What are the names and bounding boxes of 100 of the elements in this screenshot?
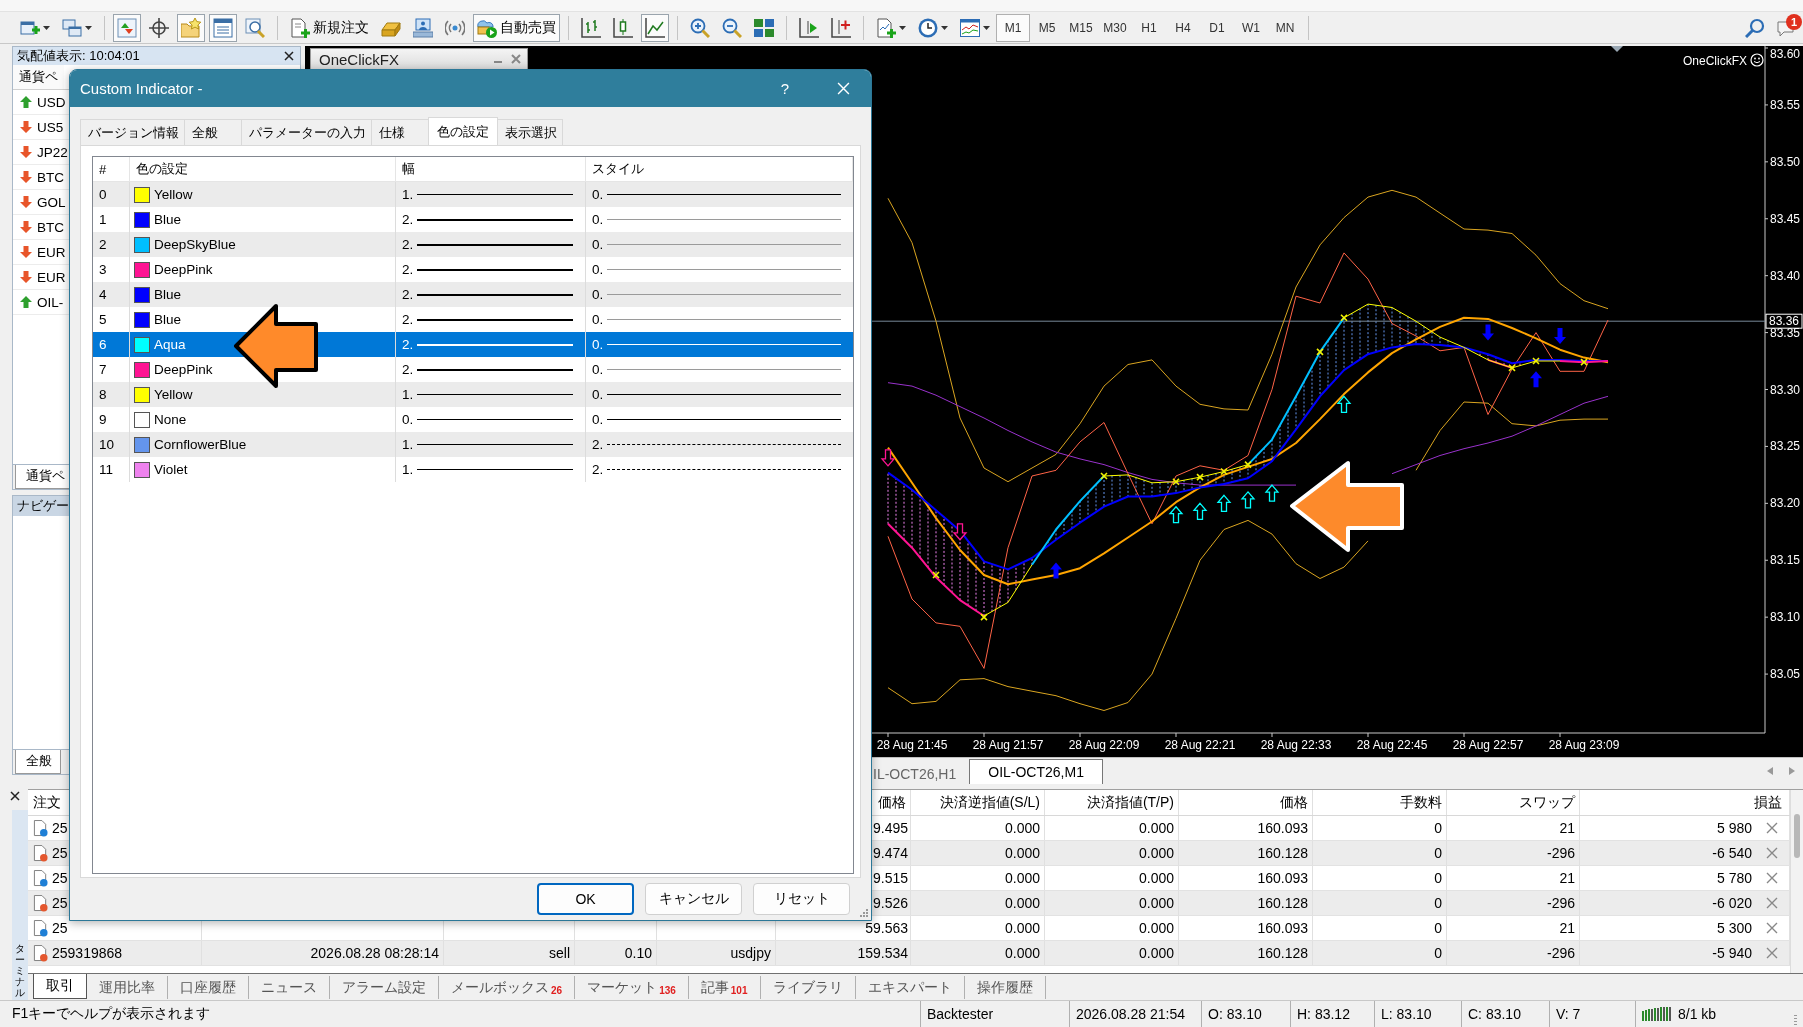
width-value: 2. xyxy=(402,312,414,327)
list-row[interactable]: 8 Yellow 1. 0. xyxy=(93,382,853,407)
chart-tab[interactable]: IL-OCT26,H1 xyxy=(872,762,970,784)
symbol-name[interactable]: JP22 xyxy=(37,144,68,160)
auto-trading-button[interactable]: 自動売買 xyxy=(473,13,560,42)
column-header[interactable]: 決済逆指値(S/L) xyxy=(939,793,1040,812)
terminal-tab[interactable]: エキスパート xyxy=(855,976,965,1000)
close-icon[interactable] xyxy=(10,791,20,801)
row-index: 6 xyxy=(99,337,107,352)
style-value: 0. xyxy=(592,287,604,302)
column-header[interactable]: 価格 xyxy=(1280,793,1308,812)
symbol-name[interactable]: BTC xyxy=(37,169,64,185)
column-header[interactable]: 決済指値(T/P) xyxy=(1086,793,1174,812)
column-header[interactable]: 損益 xyxy=(1754,793,1782,812)
symbol-name[interactable]: EUR xyxy=(37,244,66,260)
column-header[interactable]: 価格 xyxy=(878,793,906,812)
dialog-button[interactable]: リセット xyxy=(753,883,850,915)
axis-arrow-icon xyxy=(799,17,819,38)
panel-tab[interactable]: 全般 xyxy=(15,750,61,774)
notifications-button[interactable]: 1 xyxy=(1773,13,1801,42)
caret-right-icon[interactable] xyxy=(1789,767,1795,775)
terminal-tab[interactable]: アラーム設定 xyxy=(330,976,439,1000)
dialog-tab[interactable]: 表示選択 xyxy=(497,119,563,145)
symbol-name[interactable]: OIL- xyxy=(37,294,64,310)
column-header[interactable]: スワップ xyxy=(1519,793,1575,812)
column-header[interactable]: スタイル xyxy=(586,157,853,181)
resize-grip-icon[interactable] xyxy=(859,908,869,918)
crosshair-icon xyxy=(149,17,169,38)
timeframe-button[interactable]: MN xyxy=(1268,13,1302,42)
timeframe-button[interactable]: M5 xyxy=(1030,13,1064,42)
windows-icon xyxy=(62,17,82,38)
zoom-out-icon xyxy=(722,17,742,38)
symbol-name[interactable]: US5 xyxy=(37,119,64,135)
axis-label: 83.30 xyxy=(1770,382,1801,397)
terminal-tab[interactable]: ニュース xyxy=(249,976,330,1000)
list-row[interactable]: 11 Violet 1. 2. xyxy=(93,457,853,482)
symbol-name[interactable]: EUR xyxy=(37,269,66,285)
terminal-button[interactable] xyxy=(209,13,237,42)
column-header[interactable]: 手数料 xyxy=(1400,793,1442,812)
timeframe-button[interactable]: M1 xyxy=(996,13,1030,42)
help-button[interactable]: ? xyxy=(755,70,815,107)
symbol-name[interactable]: GOL xyxy=(37,194,66,210)
document-plus-icon xyxy=(290,17,310,38)
list-row[interactable]: 2 DeepSkyBlue 2. 0. xyxy=(93,232,853,257)
document-plus-icon xyxy=(876,17,896,38)
style-value: 0. xyxy=(592,362,604,377)
width-value: 1. xyxy=(402,437,414,452)
symbol-name[interactable]: USD xyxy=(37,94,66,110)
column-header[interactable]: 通貨ペ xyxy=(13,65,64,89)
scrollbar[interactable] xyxy=(1790,790,1803,974)
scrollbar-thumb[interactable] xyxy=(1794,814,1800,858)
dialog-tab[interactable]: バージョン情報 xyxy=(80,119,185,145)
symbol-name[interactable]: BTC xyxy=(37,219,64,235)
table-row[interactable]: 259319868 2026.08.28 08:28:14 sell 0.10 usdjpy 159.534 0.000 0.000 160.128 0 -296 -5 940 xyxy=(28,941,1790,966)
unread-count: 26 xyxy=(551,985,563,997)
color-name: Blue xyxy=(154,212,182,227)
table-cell: 9.526 xyxy=(872,895,908,911)
table-cell: 5 980 xyxy=(1716,820,1752,836)
width-value: 2. xyxy=(402,337,414,352)
timeframe-button[interactable]: H1 xyxy=(1132,13,1166,42)
terminal-tab[interactable]: 操作履歴 xyxy=(964,976,1046,1000)
axis-label: 83.50 xyxy=(1770,154,1801,169)
table-cell: 0.000 xyxy=(1138,920,1174,936)
line-chart-button[interactable] xyxy=(641,13,669,42)
terminal-tab[interactable]: 運用比率 xyxy=(87,976,168,1000)
terminal-tab[interactable]: 口座履歴 xyxy=(168,976,249,1000)
chart-tab[interactable]: OIL-OCT26,M1 xyxy=(969,759,1103,784)
unread-count: 101 xyxy=(730,985,748,997)
column-header[interactable]: # xyxy=(93,157,130,181)
row-index: 9 xyxy=(99,412,107,427)
column-header[interactable]: 色の設定 xyxy=(130,157,396,181)
close-icon xyxy=(836,82,850,95)
column-header[interactable]: 幅 xyxy=(396,157,586,181)
dialog-tab[interactable]: 色の設定 xyxy=(428,117,498,145)
close-icon[interactable] xyxy=(284,51,294,61)
terminal-tab[interactable]: ライブラリ xyxy=(760,976,856,1000)
terminal-tab[interactable]: 取引 xyxy=(33,974,87,1000)
timeframe-button[interactable]: H4 xyxy=(1166,13,1200,42)
list-row[interactable]: 4 Blue 2. 0. xyxy=(93,282,853,307)
color-name: Yellow xyxy=(154,187,193,202)
table-cell: 9.515 xyxy=(872,870,908,886)
dialog-button[interactable]: OK xyxy=(537,883,634,915)
table-cell: -6 020 xyxy=(1712,895,1752,911)
column-header[interactable]: 注文 xyxy=(33,793,61,812)
style-value: 2. xyxy=(592,437,604,452)
timeframe-button[interactable]: M15 xyxy=(1064,13,1098,42)
shift-marker-icon[interactable] xyxy=(1611,46,1623,52)
timeframe-button[interactable]: M30 xyxy=(1098,13,1132,42)
table-cell: 0.10 xyxy=(624,945,652,961)
broadcast-icon xyxy=(445,17,465,38)
timeframe-button[interactable]: W1 xyxy=(1234,13,1268,42)
new-order-button[interactable]: 新規注文 xyxy=(286,13,373,42)
timeframe-button[interactable]: D1 xyxy=(1200,13,1234,42)
caret-left-icon[interactable] xyxy=(1767,767,1773,775)
dialog-button[interactable]: キャンセル xyxy=(645,883,742,915)
width-value: 1. xyxy=(402,462,414,477)
row-index: 3 xyxy=(99,262,107,277)
list-row[interactable]: 0 Yellow 1. 0. xyxy=(93,182,853,207)
table-cell: 159.534 xyxy=(857,945,908,961)
list-row[interactable]: 10 CornflowerBlue 1. 2. xyxy=(93,432,853,457)
